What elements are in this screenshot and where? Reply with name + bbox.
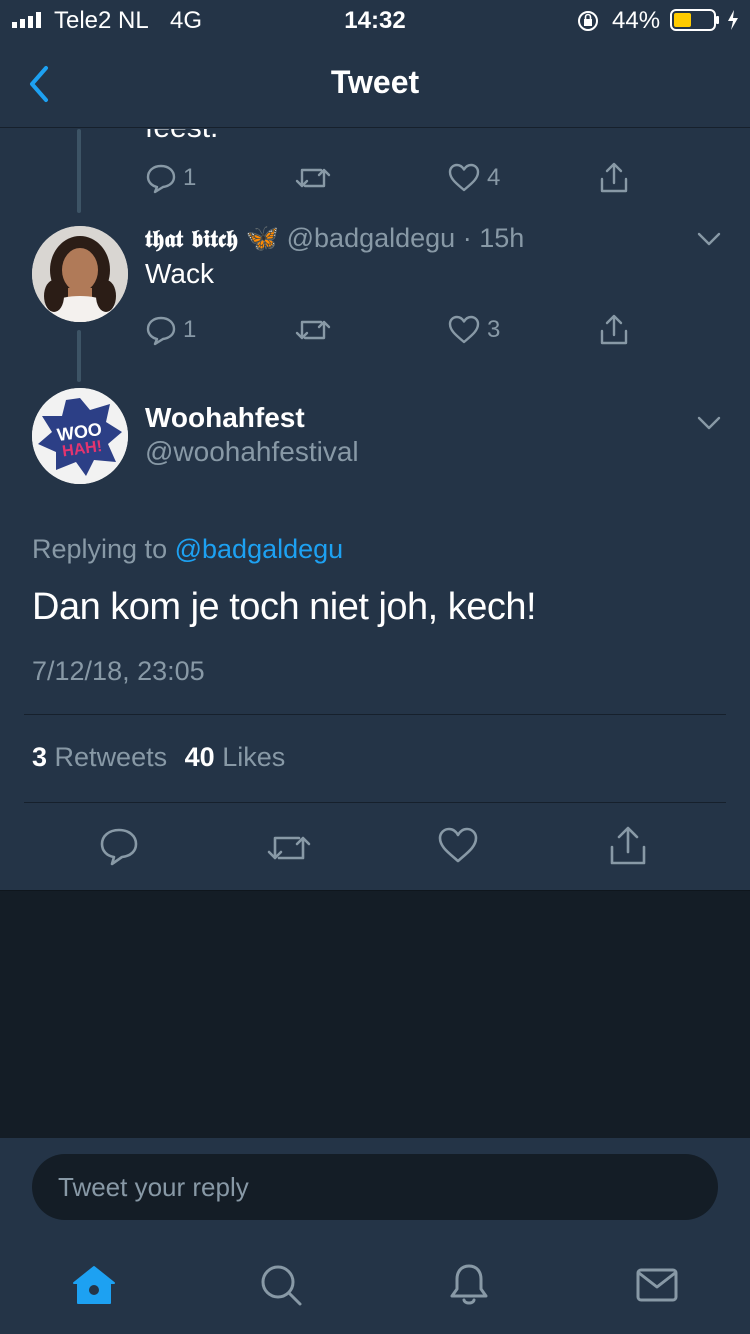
retweets-count: 3 bbox=[32, 742, 48, 772]
chevron-down-icon[interactable] bbox=[696, 414, 722, 432]
parent-tweet-actions: 1 3 bbox=[145, 310, 635, 350]
replying-prefix: Replying to bbox=[32, 534, 168, 564]
tab-notifications[interactable] bbox=[444, 1260, 494, 1310]
like-count: 3 bbox=[487, 316, 501, 343]
reply-button[interactable]: 1 bbox=[145, 310, 196, 350]
status-bar: Tele2 NL 4G 14:32 44% bbox=[0, 0, 750, 40]
tweet-text: Wack bbox=[145, 258, 214, 289]
battery-percent: 44% bbox=[612, 7, 661, 34]
parent-tweet-header: 𝖙𝖍𝖆𝖙 𝖇𝖎𝖙𝖈𝖍 🦋 @badgaldegu · 15h bbox=[145, 222, 524, 254]
avatar[interactable] bbox=[32, 226, 128, 322]
heart-icon bbox=[448, 163, 480, 192]
avatar[interactable]: WOO HAH! bbox=[32, 388, 128, 484]
reply-count: 1 bbox=[183, 164, 197, 191]
user-handle[interactable]: @woohahfestival bbox=[145, 436, 359, 468]
divider bbox=[24, 714, 726, 715]
share-button[interactable] bbox=[597, 158, 631, 198]
thread-line bbox=[77, 129, 81, 213]
retweet-button[interactable] bbox=[295, 310, 331, 350]
tab-bar bbox=[0, 1238, 750, 1334]
likes-label: Likes bbox=[222, 742, 286, 772]
messages-icon bbox=[636, 1268, 678, 1302]
share-button[interactable] bbox=[597, 310, 631, 350]
reply-bar bbox=[0, 1138, 750, 1238]
replying-to: Replying to @badgaldegu bbox=[32, 534, 343, 565]
retweet-button[interactable] bbox=[266, 828, 312, 868]
home-icon bbox=[73, 1266, 115, 1304]
reply-button[interactable] bbox=[98, 826, 140, 868]
retweets-stat[interactable]: 3 Retweets bbox=[32, 742, 175, 772]
display-name[interactable]: 𝖙𝖍𝖆𝖙 𝖇𝖎𝖙𝖈𝖍 bbox=[145, 224, 238, 253]
like-button[interactable]: 3 bbox=[447, 310, 500, 350]
woohah-logo: WOO HAH! bbox=[32, 388, 128, 484]
separator-dot: · bbox=[462, 223, 472, 253]
previous-tweet-text: feest. bbox=[145, 129, 218, 145]
page-title: Tweet bbox=[330, 64, 420, 100]
like-button[interactable]: 4 bbox=[447, 158, 500, 198]
reply-count: 1 bbox=[183, 316, 197, 343]
replying-handle-link[interactable]: @badgaldegu bbox=[175, 534, 344, 564]
notifications-icon bbox=[450, 1264, 488, 1305]
retweets-label: Retweets bbox=[54, 742, 168, 772]
search-icon bbox=[261, 1265, 302, 1306]
main-tweet-text: Dan kom je toch niet joh, kech! bbox=[32, 586, 537, 628]
reply-icon bbox=[146, 164, 176, 194]
engagement-stats: 3 Retweets 40 Likes bbox=[32, 742, 285, 773]
user-photo bbox=[32, 226, 128, 322]
retweet-icon bbox=[295, 320, 331, 340]
share-icon bbox=[600, 314, 628, 345]
reply-input[interactable] bbox=[32, 1154, 718, 1220]
tweet-timestamp: 7/12/18, 23:05 bbox=[32, 656, 205, 686]
tab-home[interactable] bbox=[69, 1260, 119, 1310]
retweet-button[interactable] bbox=[295, 158, 331, 198]
orientation-lock-icon bbox=[578, 11, 598, 31]
charging-icon bbox=[728, 10, 738, 30]
divider bbox=[24, 802, 726, 803]
display-name[interactable]: Woohahfest bbox=[145, 402, 305, 434]
retweet-icon bbox=[295, 168, 331, 188]
likes-stat[interactable]: 40 Likes bbox=[185, 742, 286, 772]
chevron-down-icon[interactable] bbox=[696, 230, 722, 248]
likes-count: 40 bbox=[184, 742, 215, 772]
reply-icon bbox=[146, 316, 176, 346]
previous-tweet-actions: 1 4 bbox=[145, 158, 635, 198]
user-handle[interactable]: @badgaldegu bbox=[287, 223, 456, 253]
heart-icon bbox=[448, 315, 480, 344]
butterfly-emoji: 🦋 bbox=[245, 223, 280, 253]
like-button[interactable] bbox=[437, 826, 479, 866]
navigation-bar: Tweet bbox=[0, 40, 750, 128]
tab-messages[interactable] bbox=[632, 1260, 682, 1310]
like-count: 4 bbox=[487, 164, 501, 191]
share-button[interactable] bbox=[606, 824, 650, 868]
tweet-time: 15h bbox=[479, 223, 525, 253]
share-icon bbox=[600, 162, 628, 193]
empty-area bbox=[0, 890, 750, 1138]
thread-line bbox=[77, 330, 81, 382]
tab-search[interactable] bbox=[256, 1260, 306, 1310]
battery-icon bbox=[670, 9, 719, 31]
reply-button[interactable]: 1 bbox=[145, 158, 196, 198]
